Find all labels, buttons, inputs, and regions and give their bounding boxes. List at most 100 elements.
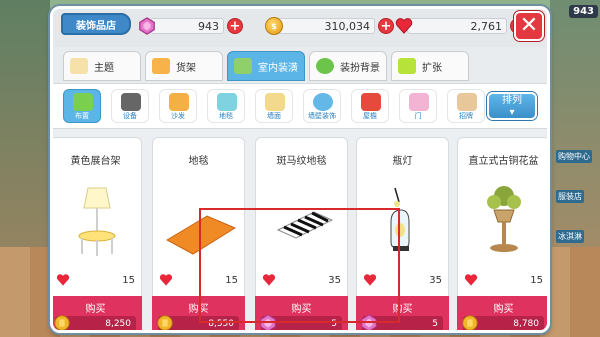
heart-row: 15 bbox=[56, 272, 135, 288]
bronze-flower-pot-icon bbox=[487, 186, 521, 252]
subcat-door[interactable]: 门 bbox=[399, 89, 437, 123]
gem-counter: 943 + bbox=[138, 17, 243, 35]
buy-button[interactable]: 购买 5 bbox=[255, 296, 348, 330]
close-button[interactable]: ✕ bbox=[514, 11, 544, 41]
shop-title: 装饰品店 bbox=[61, 13, 131, 35]
coin-icon bbox=[157, 315, 173, 330]
buy-label: 购买 bbox=[291, 304, 312, 315]
bottle-lamp-icon bbox=[390, 187, 410, 251]
subcat-equipment[interactable]: 设备 bbox=[111, 89, 149, 123]
buy-button[interactable]: 购买 8,250 bbox=[53, 296, 142, 330]
item-card[interactable]: 地毯 15 购买 8,550 bbox=[152, 137, 245, 330]
item-card[interactable]: 瓶灯 35 购买 5 bbox=[356, 137, 449, 330]
subcat-label: 布置 bbox=[75, 112, 89, 120]
shelf-icon bbox=[152, 58, 170, 74]
heart-icon bbox=[363, 274, 377, 286]
coin-icon bbox=[54, 315, 70, 330]
device-icon bbox=[121, 93, 141, 111]
buy-label: 购买 bbox=[85, 304, 106, 315]
chevron-down-icon: ▾ bbox=[509, 107, 515, 118]
door-icon bbox=[409, 93, 429, 111]
subcat-label: 墙壁装饰 bbox=[308, 112, 336, 120]
tab-label: 装扮背景 bbox=[340, 62, 380, 74]
subcat-label: 墙面 bbox=[267, 112, 281, 120]
heart-icon bbox=[159, 274, 173, 286]
subcat-label: 地毯 bbox=[219, 112, 233, 120]
subcategory-row: 布置 设备 沙发 地毯 墙面 墙壁装饰 屋檐 门 招牌 排列 ▾ bbox=[53, 83, 547, 129]
heart-count: 2,761 bbox=[407, 18, 507, 34]
heart-row: 35 bbox=[363, 272, 442, 288]
subcat-sofa[interactable]: 沙发 bbox=[159, 89, 197, 123]
item-name: 斑马纹地毯 bbox=[276, 156, 327, 167]
buy-button[interactable]: 购买 8,780 bbox=[457, 296, 547, 330]
buy-label: 购买 bbox=[493, 304, 514, 315]
expand-icon bbox=[398, 58, 416, 74]
subcat-label: 屋檐 bbox=[363, 112, 377, 120]
heart-icon bbox=[395, 18, 413, 34]
gem-icon bbox=[260, 314, 276, 330]
tab-label: 货架 bbox=[176, 62, 196, 74]
sort-label: 排列 bbox=[502, 95, 522, 106]
heart-value: 15 bbox=[530, 274, 543, 286]
item-name: 黄色展台架 bbox=[70, 156, 121, 167]
tab-expand[interactable]: 扩张 bbox=[391, 51, 469, 81]
coin-icon bbox=[462, 315, 478, 330]
orange-carpet-icon bbox=[165, 215, 237, 255]
add-coins-button[interactable]: + bbox=[378, 18, 394, 34]
subcat-label: 设备 bbox=[123, 112, 137, 120]
interior-icon bbox=[234, 58, 252, 74]
heart-row: 15 bbox=[464, 272, 543, 288]
shop-window: 装饰品店 943 + $ 310,034 + 2,761 + ✕ 主题 bbox=[50, 6, 550, 333]
heart-value: 15 bbox=[122, 274, 135, 286]
gem-icon bbox=[361, 314, 377, 330]
sign-icon bbox=[457, 93, 477, 111]
item-card[interactable]: 斑马纹地毯 35 购买 5 bbox=[255, 137, 348, 330]
subcat-carpet[interactable]: 地毯 bbox=[207, 89, 245, 123]
subcat-label: 招牌 bbox=[459, 112, 473, 120]
buy-label: 购买 bbox=[392, 304, 413, 315]
theme-icon bbox=[70, 58, 88, 74]
item-card[interactable]: 直立式古铜花盆 15 购买 8,780 bbox=[457, 137, 547, 330]
subcat-sign[interactable]: 招牌 bbox=[447, 89, 485, 123]
background-label: 购物中心 bbox=[556, 150, 592, 163]
buy-button[interactable]: 购买 5 bbox=[356, 296, 449, 330]
tab-label: 室内装潢 bbox=[258, 62, 298, 74]
tab-theme[interactable]: 主题 bbox=[63, 51, 141, 81]
heart-value: 15 bbox=[225, 274, 238, 286]
sofa-icon bbox=[169, 93, 189, 111]
item-list: 黄色展台架 15 购买 8,250 地毯 15 购买 8,550 斑马纹地毯 3… bbox=[53, 129, 547, 330]
item-name: 地毯 bbox=[188, 156, 209, 167]
add-gems-button[interactable]: + bbox=[227, 18, 243, 34]
gem-icon bbox=[139, 17, 155, 35]
item-name: 瓶灯 bbox=[392, 156, 413, 167]
subcat-wall-decor[interactable]: 墙壁装饰 bbox=[303, 89, 341, 123]
buy-button[interactable]: 购买 8,550 bbox=[152, 296, 245, 330]
tab-interior[interactable]: 室内装潢 bbox=[227, 51, 305, 81]
tree-icon bbox=[316, 58, 334, 74]
subcat-eaves[interactable]: 屋檐 bbox=[351, 89, 389, 123]
item-name: 直立式古铜花盆 bbox=[468, 156, 539, 167]
zebra-carpet-icon bbox=[276, 211, 334, 239]
tab-label: 主题 bbox=[94, 62, 114, 74]
tab-shelves[interactable]: 货架 bbox=[145, 51, 223, 81]
coin-icon: $ bbox=[265, 17, 283, 35]
background-label: 冰淇淋 bbox=[556, 230, 584, 243]
tab-dress-background[interactable]: 装扮背景 bbox=[309, 51, 387, 81]
subcat-wall[interactable]: 墙面 bbox=[255, 89, 293, 123]
heart-value: 35 bbox=[328, 274, 341, 286]
subcat-label: 门 bbox=[414, 112, 422, 120]
carpet-icon bbox=[217, 93, 237, 111]
subcat-layout[interactable]: 布置 bbox=[63, 89, 101, 123]
heart-icon bbox=[464, 274, 478, 286]
background-label: 服装店 bbox=[556, 190, 584, 203]
heart-value: 35 bbox=[429, 274, 442, 286]
wall-icon bbox=[265, 93, 285, 111]
heart-row: 15 bbox=[159, 272, 238, 288]
coin-count[interactable]: 310,034 bbox=[277, 18, 375, 34]
item-card[interactable]: 黄色展台架 15 购买 8,250 bbox=[53, 137, 142, 330]
awning-icon bbox=[361, 93, 381, 111]
heart-icon bbox=[56, 274, 70, 286]
tab-label: 扩张 bbox=[422, 62, 442, 74]
main-tabs: 主题 货架 室内装潢 装扮背景 扩张 bbox=[61, 51, 541, 83]
sort-button[interactable]: 排列 ▾ bbox=[487, 92, 537, 120]
